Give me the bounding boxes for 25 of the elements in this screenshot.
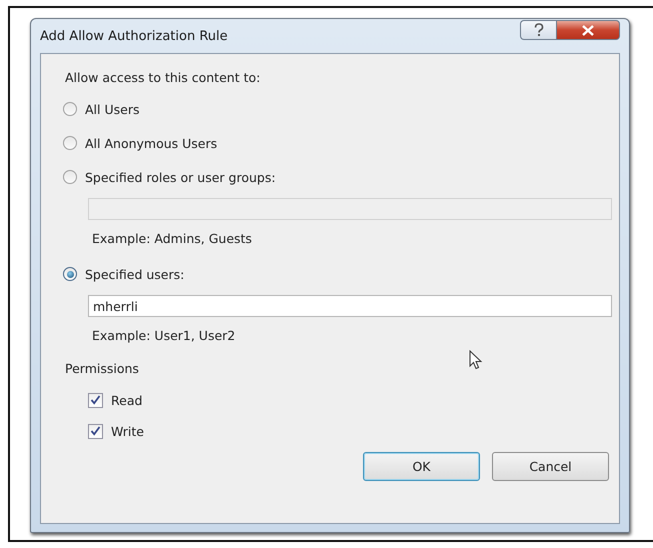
checkbox[interactable] <box>88 424 103 438</box>
permissions-label: Permissions <box>65 361 139 376</box>
radio-label: Specified users: <box>85 266 184 282</box>
text-field[interactable]: mherrli <box>88 295 612 317</box>
radio-button[interactable] <box>63 102 77 116</box>
help-button[interactable] <box>520 20 556 40</box>
window-title: Add Allow Authorization Rule <box>40 28 228 44</box>
radio-button[interactable] <box>63 136 77 150</box>
close-icon <box>582 24 594 36</box>
radio-label: All Users <box>85 102 140 116</box>
mouse-cursor-icon <box>469 350 483 370</box>
radio-label: Specified roles or user groups: <box>85 170 276 184</box>
ok-button[interactable]: OK <box>363 452 480 481</box>
checkbox-label: Read <box>111 392 142 408</box>
example-text: Example: Admins, Guests <box>92 231 253 246</box>
checkbox-label: Write <box>111 424 144 438</box>
cancel-button[interactable]: Cancel <box>492 452 609 481</box>
help-icon <box>532 23 544 37</box>
radio-label: All Anonymous Users <box>85 136 218 150</box>
close-button[interactable] <box>556 20 620 40</box>
prompt-label: Allow access to this content to: <box>65 70 262 85</box>
radio-button[interactable] <box>63 267 77 281</box>
radio-button[interactable] <box>63 170 77 184</box>
example-text: Example: User1, User2 <box>92 328 236 343</box>
checkbox[interactable] <box>88 392 103 408</box>
